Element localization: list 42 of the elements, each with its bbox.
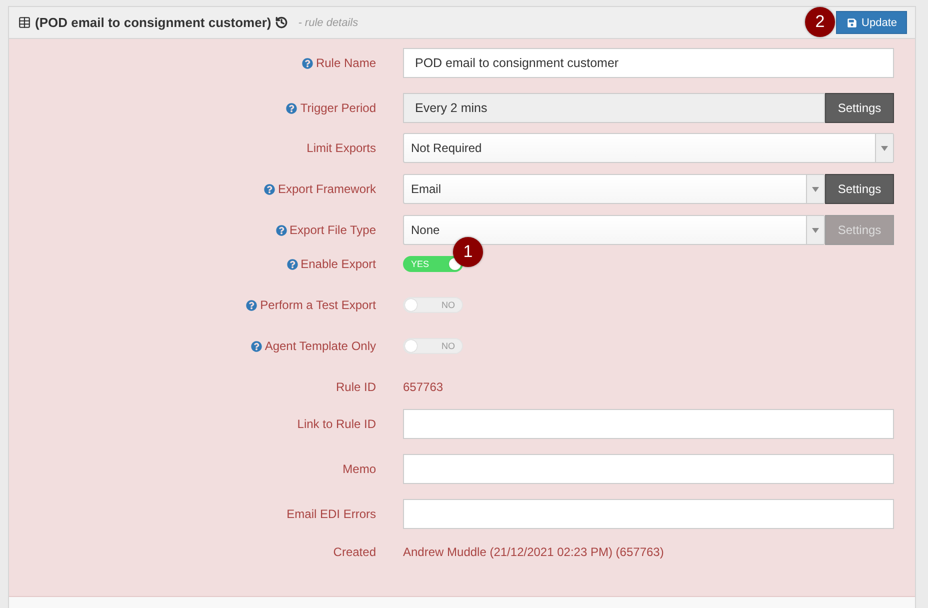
help-icon[interactable] [276,224,287,236]
help-icon[interactable] [264,184,275,194]
field-label: Agent Template Only [264,338,376,354]
text-field[interactable]: POD email to consignment customer [403,48,894,78]
help-icon[interactable] [286,102,298,114]
field-label: Export Framework [278,181,376,198]
value-text: 657763 [403,379,444,395]
field-label: Email EDI Errors [286,506,376,523]
update-button[interactable]: Update [836,11,907,34]
subtitle: - rule details [298,16,358,28]
settings-button[interactable]: Settings [825,174,894,204]
caret-icon [881,146,888,150]
value-text: Andrew Muddle (21/12/2021 02:23 PM) (657763) [403,544,665,560]
help-icon[interactable] [246,300,258,310]
field-label: Export File Type [290,222,376,239]
field-label: Trigger Period [300,100,376,117]
select-field[interactable]: None [403,215,825,245]
field-label: Rule ID [336,379,376,395]
field-label: Created [333,544,376,560]
step-badge: 2 [805,7,835,37]
save-icon [846,18,857,28]
text-field[interactable]: Every 2 mins [403,93,825,123]
caret-icon [812,228,819,232]
table-icon [18,16,31,29]
field-label: Perform a Test Export [260,297,376,313]
select-field[interactable]: Email [403,174,825,204]
field-label: Link to Rule ID [297,416,376,433]
field-label: Memo [342,461,376,478]
text-field[interactable] [403,499,894,529]
field-label: Rule Name [316,55,376,72]
text-field[interactable] [403,454,894,484]
field-label: Limit Exports [306,140,376,157]
settings-button[interactable]: Settings [825,93,894,123]
caret-icon [812,186,819,192]
history-icon [275,16,288,29]
help-icon[interactable] [286,258,298,270]
rule-title: (POD email to consignment customer) [35,15,272,30]
text-field[interactable] [403,409,894,439]
help-icon[interactable] [250,340,262,352]
field-label: Enable Export [300,256,376,272]
select-field[interactable]: Not Required [403,133,894,163]
help-icon[interactable] [302,58,313,68]
